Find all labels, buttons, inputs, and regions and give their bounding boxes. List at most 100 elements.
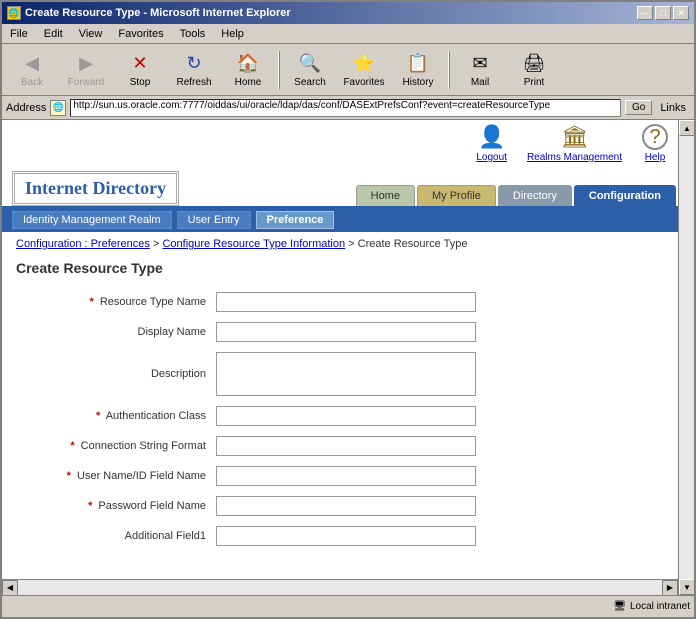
resource-type-name-label: * Resource Type Name	[16, 296, 216, 308]
title-buttons: — □ ✕	[637, 6, 689, 20]
subnav-userentry[interactable]: User Entry	[177, 211, 251, 229]
tab-myprofile[interactable]: My Profile	[417, 185, 496, 206]
refresh-label: Refresh	[176, 77, 211, 88]
additional-field1-input[interactable]	[216, 526, 476, 546]
menu-favorites[interactable]: Favorites	[114, 27, 167, 41]
conn-string-row: * Connection String Format	[16, 436, 664, 456]
realms-icon: 🏛	[561, 124, 589, 150]
menu-bar: File Edit View Favorites Tools Help	[2, 24, 694, 44]
page-icon: 🌐	[50, 100, 66, 116]
subnav-identity[interactable]: Identity Management Realm	[12, 211, 172, 229]
scroll-down-button[interactable]: ▼	[679, 579, 694, 595]
maximize-button[interactable]: □	[655, 6, 671, 20]
tab-configuration[interactable]: Configuration	[574, 185, 676, 206]
stop-icon: ✕	[128, 51, 152, 75]
page-content: 👤 Logout 🏛 Realms Management ? Help Inte…	[2, 120, 678, 595]
description-label-text: Description	[151, 368, 206, 380]
print-label: Print	[524, 77, 545, 88]
menu-view[interactable]: View	[75, 27, 107, 41]
required-star-5: *	[88, 500, 92, 512]
scroll-track	[679, 136, 694, 579]
logout-label[interactable]: Logout	[476, 152, 507, 163]
back-label: Back	[21, 77, 43, 88]
logout-group[interactable]: 👤 Logout	[476, 124, 507, 163]
breadcrumb-config-prefs[interactable]: Configuration : Preferences	[16, 238, 150, 250]
status-bar: 🖥 Local intranet	[2, 595, 694, 617]
conn-string-input[interactable]	[216, 436, 476, 456]
tab-directory[interactable]: Directory	[498, 185, 572, 206]
stop-button[interactable]: ✕ Stop	[114, 47, 166, 93]
links-label: Links	[656, 101, 690, 115]
resource-type-name-row: * Resource Type Name	[16, 292, 664, 312]
username-field-label: * User Name/ID Field Name	[16, 470, 216, 482]
username-field-input[interactable]	[216, 466, 476, 486]
back-button[interactable]: ◀ Back	[6, 47, 58, 93]
help-label[interactable]: Help	[645, 152, 666, 163]
display-name-input[interactable]	[216, 322, 476, 342]
logout-icon: 👤	[478, 124, 505, 150]
favorites-icon: ⭐	[352, 51, 376, 75]
home-label: Home	[235, 77, 262, 88]
minimize-button[interactable]: —	[637, 6, 653, 20]
go-button[interactable]: Go	[625, 100, 652, 115]
print-button[interactable]: 🖨 Print	[508, 47, 560, 93]
search-icon: 🔍	[298, 51, 322, 75]
menu-edit[interactable]: Edit	[40, 27, 67, 41]
realms-label[interactable]: Realms Management	[527, 152, 622, 163]
hscroll-right-button[interactable]: ▶	[662, 580, 678, 596]
resource-type-name-input[interactable]	[216, 292, 476, 312]
subnav-preference[interactable]: Preference	[256, 211, 335, 229]
password-field-row: * Password Field Name	[16, 496, 664, 516]
computer-icon: 🖥	[613, 601, 626, 612]
window-icon: 🌐	[7, 6, 21, 20]
zone-label: Local intranet	[630, 601, 690, 612]
username-field-row: * User Name/ID Field Name	[16, 466, 664, 486]
description-input[interactable]	[216, 352, 476, 396]
refresh-button[interactable]: ↻ Refresh	[168, 47, 220, 93]
history-button[interactable]: 📋 History	[392, 47, 444, 93]
description-row: Description	[16, 352, 664, 396]
auth-class-label: * Authentication Class	[16, 410, 216, 422]
help-icon: ?	[642, 124, 668, 150]
required-star-4: *	[67, 470, 71, 482]
search-label: Search	[294, 77, 326, 88]
breadcrumb: Configuration : Preferences > Configure …	[2, 232, 678, 256]
hscroll-left-button[interactable]: ◀	[2, 580, 18, 596]
tab-home[interactable]: Home	[356, 185, 415, 206]
breadcrumb-text: Configuration : Preferences > Configure …	[16, 238, 468, 250]
toolbar-separator	[278, 51, 280, 89]
history-label: History	[402, 77, 433, 88]
conn-string-label: * Connection String Format	[16, 440, 216, 452]
realms-group[interactable]: 🏛 Realms Management	[527, 124, 622, 163]
favorites-label: Favorites	[343, 77, 384, 88]
auth-class-input[interactable]	[216, 406, 476, 426]
breadcrumb-config-resource[interactable]: Configure Resource Type Information	[162, 238, 345, 250]
help-group[interactable]: ? Help	[642, 124, 668, 163]
status-right: 🖥 Local intranet	[613, 601, 690, 612]
mail-button[interactable]: ✉ Mail	[454, 47, 506, 93]
forward-button[interactable]: ▶ Forward	[60, 47, 112, 93]
home-button[interactable]: 🏠 Home	[222, 47, 274, 93]
ie-window: 🌐 Create Resource Type - Microsoft Inter…	[0, 0, 696, 619]
close-button[interactable]: ✕	[673, 6, 689, 20]
title-bar-left: 🌐 Create Resource Type - Microsoft Inter…	[7, 6, 291, 20]
menu-help[interactable]: Help	[217, 27, 248, 41]
form-area: * Resource Type Name Display Name Descri…	[2, 286, 678, 579]
menu-tools[interactable]: Tools	[176, 27, 210, 41]
favorites-button[interactable]: ⭐ Favorites	[338, 47, 390, 93]
password-field-label-text: Password Field Name	[98, 500, 206, 512]
auth-class-label-text: Authentication Class	[106, 410, 206, 422]
content-area: 👤 Logout 🏛 Realms Management ? Help Inte…	[2, 120, 694, 595]
address-input[interactable]: http://sun.us.oracle.com:7777/oiddas/ui/…	[70, 99, 621, 117]
search-button[interactable]: 🔍 Search	[284, 47, 336, 93]
horizontal-scrollbar: ◀ ▶	[2, 579, 678, 595]
scroll-up-button[interactable]: ▲	[679, 120, 694, 136]
conn-string-label-text: Connection String Format	[81, 440, 206, 452]
forward-label: Forward	[68, 77, 105, 88]
password-field-input[interactable]	[216, 496, 476, 516]
resource-type-name-label-text: Resource Type Name	[100, 296, 206, 308]
menu-file[interactable]: File	[6, 27, 32, 41]
vertical-scrollbar: ▲ ▼	[678, 120, 694, 595]
title-bar: 🌐 Create Resource Type - Microsoft Inter…	[2, 2, 694, 24]
required-star-1: *	[89, 296, 93, 308]
